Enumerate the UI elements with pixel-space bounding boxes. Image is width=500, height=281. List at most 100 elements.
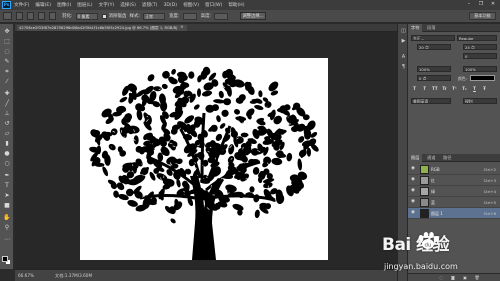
menu-type[interactable]: 文字(Y) (99, 2, 115, 8)
tab-layers[interactable]: 图层 (408, 154, 423, 162)
blur-tool-icon[interactable]: ● (3, 150, 11, 158)
zoom-level[interactable]: 66.67% (18, 270, 34, 281)
foreground-color-swatch[interactable] (2, 256, 8, 262)
canvas-area[interactable] (15, 32, 397, 269)
font-family-select[interactable]: 方正... (411, 35, 455, 41)
menu-file[interactable]: 文件(F) (14, 2, 29, 8)
font-style-select[interactable]: Regular (457, 35, 497, 41)
visibility-eye-icon[interactable]: ◉ (410, 166, 416, 172)
tool-preset-picker[interactable] (3, 12, 12, 20)
close-document-icon[interactable]: × (180, 25, 184, 30)
channel-row-green[interactable]: ◉ 绿 Ctrl+4 (408, 186, 500, 197)
shape-tool-icon[interactable]: ■ (3, 202, 11, 210)
underline-button[interactable]: T (472, 86, 477, 92)
tab-channels[interactable]: 通道 (424, 154, 438, 162)
language-select[interactable]: 美国英语 (411, 98, 451, 104)
move-tool-icon[interactable]: ✥ (3, 28, 11, 36)
pen-tool-icon[interactable]: ✒ (3, 172, 11, 180)
menu-layer[interactable]: 图层(L) (77, 2, 92, 8)
crop-tool-icon[interactable]: ⌗ (3, 68, 11, 76)
tab-paragraph[interactable]: 段落 (424, 24, 438, 32)
eyedropper-tool-icon[interactable]: ⁄ (3, 78, 11, 86)
tab-paths[interactable]: 路径 (440, 154, 454, 162)
dodge-tool-icon[interactable]: ○ (3, 160, 11, 168)
document-size[interactable]: 文档:1.37M/3.60M (55, 270, 92, 281)
marquee-tool-icon[interactable]: ⬚ (3, 38, 11, 46)
height-input[interactable] (214, 12, 229, 20)
superscript-button[interactable]: T¹ (452, 86, 457, 92)
all-caps-button[interactable]: TT (432, 86, 438, 92)
menu-edit[interactable]: 编辑(E) (35, 2, 51, 8)
visibility-eye-icon[interactable]: ◉ (410, 210, 416, 216)
document-tab[interactable]: 42706ce2f33f87e28756296d08a42f3fa1f1c6b3… (17, 25, 187, 31)
workspace-switcher[interactable]: 基本功能 (469, 12, 496, 20)
lasso-tool-icon[interactable]: ◌ (3, 48, 11, 56)
intersect-selection-button[interactable] (49, 12, 56, 20)
style-select[interactable]: 正常 (143, 12, 166, 20)
maximize-button[interactable]: ❐ (476, 1, 486, 8)
paragraph-icon[interactable]: ¶ (400, 64, 407, 71)
menu-filter[interactable]: 滤镜(T) (142, 2, 158, 8)
channel-row-blue[interactable]: ◉ 蓝 Ctrl+5 (408, 197, 500, 208)
channel-row-rgb[interactable]: ◉ RGB Ctrl+2 (408, 164, 500, 175)
path-select-tool-icon[interactable]: ➤ (3, 192, 11, 200)
subscript-button[interactable]: T₁ (462, 86, 467, 92)
document-canvas[interactable] (80, 58, 328, 260)
leading-input[interactable]: 24 点 (463, 44, 497, 50)
new-selection-button[interactable] (16, 12, 23, 20)
channel-shortcut: Ctrl+2 (483, 167, 496, 172)
watermark-url: jingyan.baidu.com (384, 262, 458, 271)
feather-input[interactable]: 0 像素 (75, 12, 98, 20)
channel-row-red[interactable]: ◉ 红 Ctrl+3 (408, 175, 500, 186)
width-input[interactable] (182, 12, 197, 20)
brush-tool-icon[interactable]: ╱ (3, 100, 11, 108)
minimize-button[interactable]: – (464, 1, 474, 8)
visibility-eye-icon[interactable]: ◉ (410, 199, 416, 205)
menu-select[interactable]: 选择(S) (120, 2, 136, 8)
document-tab-bar: 42706ce2f33f87e28756296d08a42f3fa1f1c6b3… (15, 24, 397, 32)
menu-view[interactable]: 视图(V) (183, 2, 199, 8)
text-color-swatch[interactable] (470, 75, 495, 81)
strikethrough-button[interactable]: Ŧ (482, 86, 487, 92)
channel-shortcut: Ctrl+3 (483, 178, 496, 183)
history-icon[interactable]: ◫ (400, 28, 407, 35)
faux-italic-button[interactable]: T (422, 86, 427, 92)
history-brush-tool-icon[interactable]: ↺ (3, 120, 11, 128)
clone-stamp-tool-icon[interactable]: ⊥ (3, 110, 11, 118)
menu-image[interactable]: 图像(I) (57, 2, 71, 8)
menu-window[interactable]: 窗口(W) (205, 2, 222, 8)
faux-bold-button[interactable]: T (412, 86, 417, 92)
horizontal-scale-input[interactable]: 100% (463, 66, 497, 72)
refine-edge-button[interactable]: 调整边缘... (240, 12, 267, 20)
type-tool-icon[interactable]: T (3, 182, 11, 190)
visibility-eye-icon[interactable]: ◉ (410, 188, 416, 194)
hand-tool-icon[interactable]: ✋ (3, 214, 11, 222)
character-icon[interactable]: A (400, 54, 407, 61)
tracking-input[interactable]: 0 (463, 53, 497, 59)
tab-character[interactable]: 字符 (408, 24, 423, 32)
antialias-checkbox[interactable] (101, 13, 107, 19)
vertical-scale-input[interactable]: 100% (417, 66, 451, 72)
visibility-eye-icon[interactable]: ◉ (410, 177, 416, 183)
channel-row-layer1[interactable]: ◉ 图层 1 Ctrl+6 (408, 208, 500, 219)
menu-3d[interactable]: 3D(D) (163, 3, 177, 8)
baseline-shift-input[interactable]: 0 点 (417, 75, 451, 81)
antialias-method-select[interactable]: 锐利 (463, 98, 497, 104)
watermark-brand: Bai 经验 (382, 235, 450, 255)
channel-thumbnail (420, 209, 429, 218)
small-caps-button[interactable]: Tr (442, 86, 447, 92)
zoom-tool-icon[interactable]: ⚲ (3, 224, 11, 232)
add-selection-button[interactable] (27, 12, 34, 20)
svg-text:du: du (425, 243, 432, 249)
actions-icon[interactable]: ▶ (400, 38, 407, 45)
font-size-input[interactable]: 20 点 (417, 44, 451, 50)
gradient-tool-icon[interactable]: ▮ (3, 140, 11, 148)
tools-panel: ✥ ⬚ ◌ ✎ ⌗ ⁄ ✚ ╱ ⊥ ↺ ▱ ▮ ● ○ ✒ T ➤ ■ ✋ ⚲ … (0, 24, 14, 269)
menu-help[interactable]: 帮助(H) (228, 2, 244, 8)
eraser-tool-icon[interactable]: ▱ (3, 130, 11, 138)
healing-brush-tool-icon[interactable]: ✚ (3, 90, 11, 98)
subtract-selection-button[interactable] (38, 12, 45, 20)
extra-tools-icon[interactable]: ⋯ (3, 236, 11, 244)
quick-select-tool-icon[interactable]: ✎ (3, 58, 11, 66)
close-button[interactable]: ✕ (488, 1, 498, 8)
